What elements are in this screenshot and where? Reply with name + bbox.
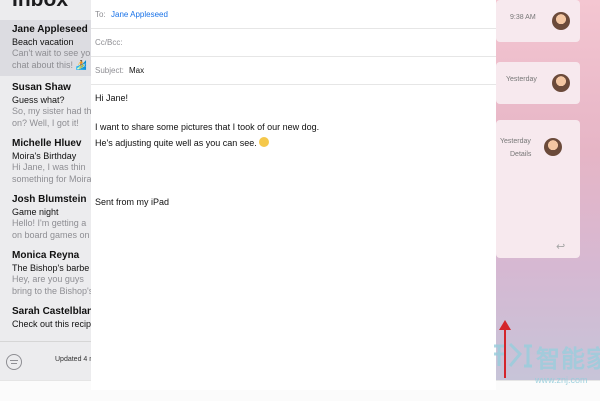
grimacing-emoji-icon	[258, 137, 269, 147]
inbox-title: Inbox	[12, 0, 68, 12]
preview-line: Hello! I'm getting a	[12, 218, 87, 228]
cc-bcc-field[interactable]: Cc/Bcc:	[91, 28, 496, 57]
sender: Josh Blumstein	[12, 194, 87, 205]
to-field[interactable]: To: Jane Appleseed	[91, 0, 496, 29]
to-recipient[interactable]: Jane Appleseed	[111, 10, 168, 19]
cc-bcc-label: Cc/Bcc:	[95, 38, 123, 47]
to-label: To:	[95, 10, 106, 19]
message-card[interactable]: 9:38 AM	[496, 0, 580, 42]
preview-line: chat about this! 🏄	[12, 60, 87, 70]
subject-field[interactable]: Subject: Max	[91, 56, 496, 85]
watermark-logo-icon	[494, 342, 532, 368]
mail-list-item[interactable]: Jane Appleseed Beach vacation Can't wait…	[0, 20, 100, 76]
message-card[interactable]: Yesterday Details	[496, 120, 580, 258]
filter-icon[interactable]	[6, 354, 22, 370]
arrow-up-icon	[499, 320, 511, 330]
details-link[interactable]: Details	[510, 151, 531, 158]
avatar	[552, 12, 570, 30]
body-line: I want to share some pictures that I too…	[95, 122, 320, 132]
preview-line: Hey, are you guys	[12, 274, 84, 284]
preview-line: on board games on Frid	[12, 230, 100, 240]
subject-value[interactable]: Max	[129, 66, 144, 75]
subject: Guess what?	[12, 95, 65, 105]
sender: Monica Reyna	[12, 250, 80, 261]
mail-list-item[interactable]: Sarah Castelblan Check out this recip	[0, 302, 100, 332]
message-time: Yesterday	[506, 76, 537, 83]
subject: Game night	[12, 207, 59, 217]
mail-list-item[interactable]: Monica Reyna The Bishop's barbe Hey, are…	[0, 246, 100, 302]
subject: Check out this recip	[12, 319, 92, 329]
watermark-text: 智能家	[536, 346, 600, 373]
subject: Beach vacation	[12, 37, 74, 47]
body-line: He's adjusting quite well as you can see…	[95, 137, 269, 148]
update-status: Updated 4 m	[55, 356, 96, 363]
compose-sheet: To: Jane Appleseed Cc/Bcc: Subject: Max …	[91, 0, 496, 390]
sender: Susan Shaw	[12, 82, 71, 93]
mail-list-item[interactable]: Josh Blumstein Game night Hello! I'm get…	[0, 190, 100, 246]
subject-label: Subject:	[95, 66, 124, 75]
watermark-url: www.znj.com	[535, 375, 588, 385]
preview-line: bring to the Bishop's	[12, 286, 94, 296]
signature: Sent from my iPad	[95, 197, 170, 207]
preview-line: Can't wait to see yo	[12, 48, 91, 58]
preview-line: something for Moira	[12, 174, 92, 184]
mail-list-item[interactable]: Michelle Hluev Moira's Birthday Hi Jane,…	[0, 134, 100, 190]
inbox-panel: Inbox Jane Appleseed Beach vacation Can'…	[0, 0, 100, 400]
body-line-text: He's adjusting quite well as you can see…	[95, 138, 257, 148]
mail-list-item[interactable]: Susan Shaw Guess what? So, my sister had…	[0, 78, 100, 134]
sender: Sarah Castelblan	[12, 306, 94, 317]
preview-line: on? Well, I got it!	[12, 118, 79, 128]
preview-line: Hi Jane, I was thin	[12, 162, 86, 172]
message-time: 9:38 AM	[510, 14, 536, 21]
sender: Jane Appleseed	[12, 24, 88, 35]
subject: The Bishop's barbe	[12, 263, 90, 273]
sender: Michelle Hluev	[12, 138, 82, 149]
message-time: Yesterday	[500, 138, 531, 145]
avatar	[552, 74, 570, 92]
reply-icon[interactable]: ↩	[556, 240, 565, 253]
preview-line: So, my sister had th	[12, 106, 92, 116]
message-card[interactable]: Yesterday	[496, 62, 580, 104]
body-greeting: Hi Jane!	[95, 93, 129, 103]
subject: Moira's Birthday	[12, 151, 77, 161]
avatar	[544, 138, 562, 156]
